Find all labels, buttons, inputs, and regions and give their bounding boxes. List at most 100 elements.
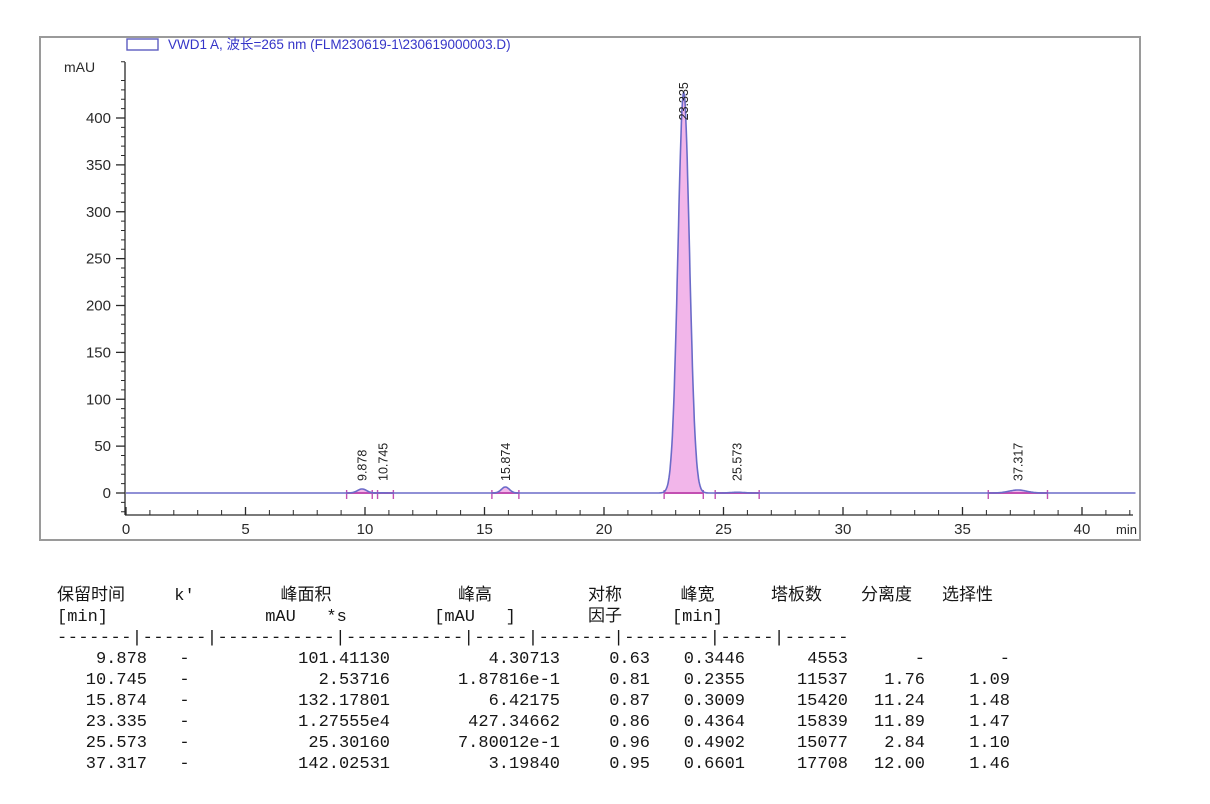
table-separator-row: -------|------|-----------|-----------|-…	[57, 628, 1010, 649]
y-axis-unit: mAU	[64, 59, 95, 75]
x-tick-label: 15	[476, 521, 493, 538]
peak-retention-label: 9.878	[356, 450, 370, 481]
x-axis-unit: min	[1116, 522, 1137, 537]
table-header-row-1: 保留时间 k' 峰面积 峰高 对称 峰宽 塔板数 分离度 选择性	[57, 586, 1010, 607]
x-tick-label: 35	[954, 521, 971, 538]
table-cell: -	[147, 754, 222, 775]
table-row: 37.317-142.025313.198400.950.66011770812…	[57, 754, 1010, 775]
table-cell: 15.874	[57, 691, 147, 712]
table-cell: 0.87	[560, 691, 650, 712]
col-unit-peak-area: mAU *s	[222, 607, 390, 628]
table-cell: -	[147, 733, 222, 754]
table-cell: 132.17801	[222, 691, 390, 712]
col-header-retention-time: 保留时间	[57, 586, 147, 607]
peak-retention-label: 37.317	[1011, 443, 1025, 481]
col-unit-retention-time: [min]	[57, 607, 147, 628]
table-cell: 15077	[745, 733, 848, 754]
col-header-peak-area: 峰面积	[222, 586, 390, 607]
y-tick-label: 350	[86, 157, 111, 174]
table-cell: 0.2355	[650, 670, 745, 691]
table-cell: 25.573	[57, 733, 147, 754]
table-cell: 6.42175	[390, 691, 560, 712]
table-cell: 0.96	[560, 733, 650, 754]
table-cell: 15420	[745, 691, 848, 712]
table-cell: 1.27555e4	[222, 712, 390, 733]
table-cell: 1.46	[925, 754, 1010, 775]
peak-retention-label: 15.874	[499, 443, 513, 481]
col-header-peak-width: 峰宽	[650, 586, 745, 607]
table-cell: -	[848, 649, 925, 670]
peak-retention-label: 23.335	[677, 82, 691, 120]
table-cell: 10.745	[57, 670, 147, 691]
col-header-selectivity: 选择性	[925, 586, 1010, 607]
chromatogram: VWD1 A, 波长=265 nm (FLM230619-1\230619000…	[0, 0, 1210, 560]
table-cell: 1.76	[848, 670, 925, 691]
y-tick-label: 150	[86, 344, 111, 361]
table-cell: -	[147, 691, 222, 712]
table-cell: 1.10	[925, 733, 1010, 754]
table-cell: 9.878	[57, 649, 147, 670]
table-cell: 1.09	[925, 670, 1010, 691]
table-cell: 2.84	[848, 733, 925, 754]
table-row: 10.745-2.537161.87816e-10.810.2355115371…	[57, 670, 1010, 691]
table-cell: 0.86	[560, 712, 650, 733]
table-cell: 101.41130	[222, 649, 390, 670]
peak-retention-label: 10.745	[376, 443, 390, 481]
table-header-row-2: [min] mAU *s [mAU ] 因子 [min]	[57, 607, 1010, 628]
y-tick-label: 300	[86, 204, 111, 221]
table-cell: 11.89	[848, 712, 925, 733]
x-tick-label: 40	[1074, 521, 1091, 538]
table-cell: 37.317	[57, 754, 147, 775]
x-tick-label: 30	[835, 521, 852, 538]
y-tick-label: 100	[86, 391, 111, 408]
y-tick-label: 0	[103, 485, 111, 502]
chart-frame	[40, 37, 1140, 540]
table-row: 9.878-101.411304.307130.630.34464553--	[57, 649, 1010, 670]
table-cell: 1.48	[925, 691, 1010, 712]
table-cell: 142.02531	[222, 754, 390, 775]
x-tick-label: 25	[715, 521, 732, 538]
y-tick-label: 400	[86, 110, 111, 127]
table-row: 15.874-132.178016.421750.870.30091542011…	[57, 691, 1010, 712]
table-cell: 7.80012e-1	[390, 733, 560, 754]
y-tick-label: 50	[94, 438, 111, 455]
table-cell: -	[147, 649, 222, 670]
table-cell: 11.24	[848, 691, 925, 712]
report-page: { "chart_data": { "type": "line", "legen…	[0, 0, 1210, 804]
table-cell: 25.30160	[222, 733, 390, 754]
separator-line: -------|------|-----------|-----------|-…	[57, 628, 1010, 649]
table-cell: 0.6601	[650, 754, 745, 775]
table-cell: 4.30713	[390, 649, 560, 670]
x-tick-label: 20	[596, 521, 613, 538]
table-cell: 12.00	[848, 754, 925, 775]
x-tick-label: 10	[357, 521, 374, 538]
table-cell: 0.3009	[650, 691, 745, 712]
col-header-k-prime: k'	[147, 586, 222, 607]
peak-table: 保留时间 k' 峰面积 峰高 对称 峰宽 塔板数 分离度 选择性 [min] m…	[57, 586, 1010, 775]
peak-table-body: 9.878-101.411304.307130.630.34464553--10…	[57, 649, 1010, 775]
table-cell: -	[925, 649, 1010, 670]
peak-retention-label: 25.573	[731, 443, 745, 481]
table-cell: 0.95	[560, 754, 650, 775]
col-unit-peak-height: [mAU ]	[390, 607, 560, 628]
x-tick-label: 5	[241, 521, 249, 538]
col-unit-symmetry: 因子	[560, 607, 650, 628]
table-cell: 0.63	[560, 649, 650, 670]
table-cell: 3.19840	[390, 754, 560, 775]
table-cell: 0.81	[560, 670, 650, 691]
col-unit-k-prime	[147, 607, 222, 628]
table-cell: 17708	[745, 754, 848, 775]
col-unit-peak-width: [min]	[650, 607, 745, 628]
table-cell: -	[147, 670, 222, 691]
table-cell: 2.53716	[222, 670, 390, 691]
table-cell: 427.34662	[390, 712, 560, 733]
table-cell: 0.4902	[650, 733, 745, 754]
peak-results-table: 保留时间 k' 峰面积 峰高 对称 峰宽 塔板数 分离度 选择性 [min] m…	[57, 586, 1037, 775]
table-cell: 4553	[745, 649, 848, 670]
y-tick-label: 200	[86, 298, 111, 315]
table-cell: 1.47	[925, 712, 1010, 733]
table-cell: 11537	[745, 670, 848, 691]
col-header-peak-height: 峰高	[390, 586, 560, 607]
table-cell: 1.87816e-1	[390, 670, 560, 691]
table-cell: -	[147, 712, 222, 733]
